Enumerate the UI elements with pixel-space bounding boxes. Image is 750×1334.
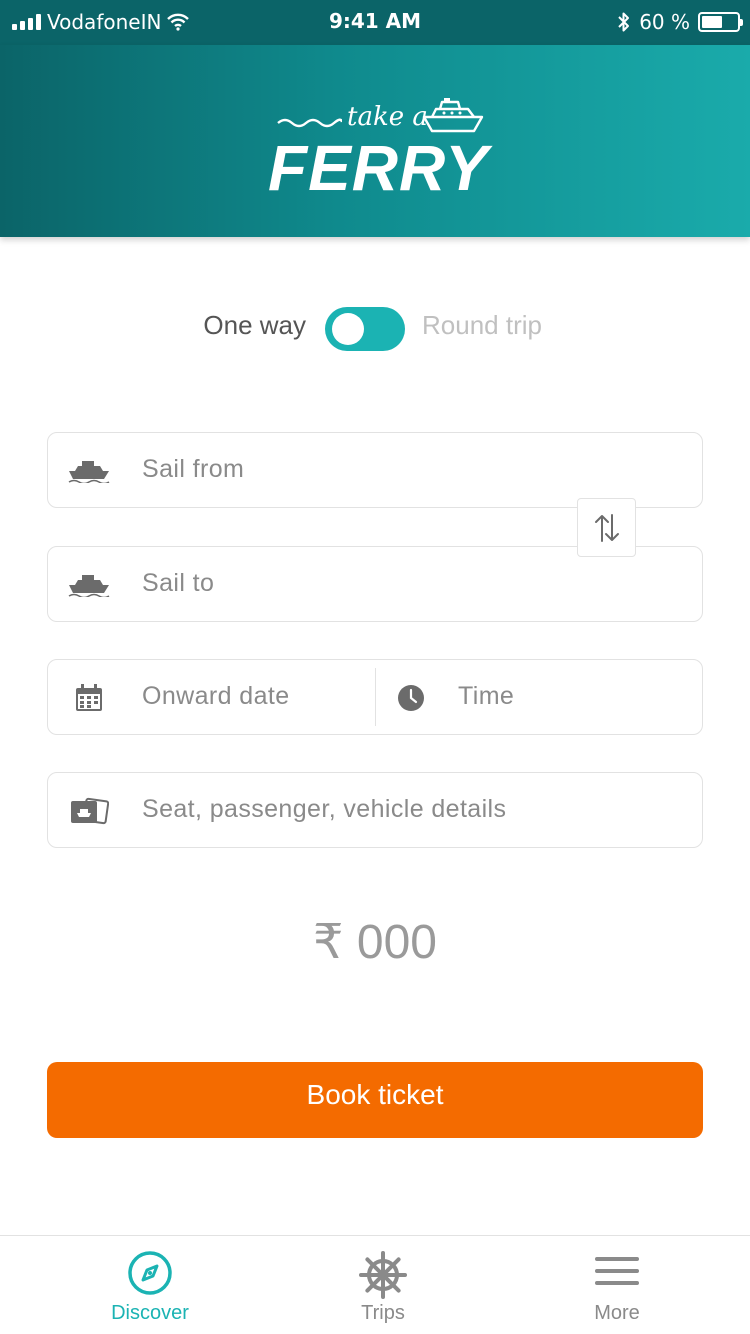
app-header: take a FERRY	[0, 45, 750, 237]
passenger-details-field[interactable]: Seat, passenger, vehicle details	[47, 772, 703, 848]
book-ticket-button[interactable]: Book ticket	[47, 1062, 703, 1138]
sail-from-placeholder: Sail from	[142, 455, 245, 483]
calendar-icon	[68, 680, 110, 716]
round-trip-label[interactable]: Round trip	[422, 310, 542, 341]
clock-icon	[390, 680, 432, 716]
battery-fill	[702, 16, 723, 28]
swap-ports-button[interactable]	[577, 498, 636, 557]
ship-icon	[68, 567, 110, 603]
trip-type-toggle: One way Round trip	[0, 304, 750, 351]
battery-percentage: 60 %	[639, 10, 690, 34]
status-right: 60 %	[617, 8, 743, 36]
tab-label: Trips	[361, 1302, 405, 1324]
waves-icon	[277, 118, 342, 128]
logo-wordmark: FERRY	[268, 132, 489, 204]
compass-icon	[25, 1250, 275, 1296]
menu-icon	[492, 1250, 742, 1290]
fare-price: ₹ 000	[313, 916, 437, 969]
trip-type-switch[interactable]	[325, 307, 405, 351]
bluetooth-icon	[618, 12, 630, 32]
bottom-tab-bar: Discover Trips More	[0, 1235, 750, 1334]
ship-wheel-icon	[258, 1250, 508, 1300]
one-way-label[interactable]: One way	[203, 310, 306, 341]
tab-label: More	[594, 1302, 640, 1324]
ship-logo-icon	[422, 98, 484, 133]
time-input[interactable]: Time	[458, 682, 514, 711]
tab-discover[interactable]: Discover	[25, 1236, 275, 1334]
sail-to-field[interactable]: Sail to	[47, 546, 703, 622]
ship-icon	[68, 453, 110, 489]
details-placeholder: Seat, passenger, vehicle details	[142, 795, 507, 823]
tab-label: Discover	[111, 1302, 189, 1324]
tab-trips[interactable]: Trips	[258, 1236, 508, 1334]
onward-date-input[interactable]: Onward date	[142, 682, 290, 711]
date-time-field: Onward date Time	[47, 659, 703, 735]
battery-icon	[698, 12, 743, 32]
ticket-icon	[68, 793, 110, 829]
sail-from-field[interactable]: Sail from	[47, 432, 703, 508]
swap-arrows-icon	[594, 513, 619, 542]
sail-to-placeholder: Sail to	[142, 569, 215, 597]
status-bar: VodafoneIN 9:41 AM 60 %	[0, 0, 750, 45]
logo-tagline: take a	[347, 102, 428, 132]
tab-more[interactable]: More	[492, 1236, 742, 1334]
switch-knob	[332, 313, 364, 345]
date-time-divider	[375, 668, 376, 726]
